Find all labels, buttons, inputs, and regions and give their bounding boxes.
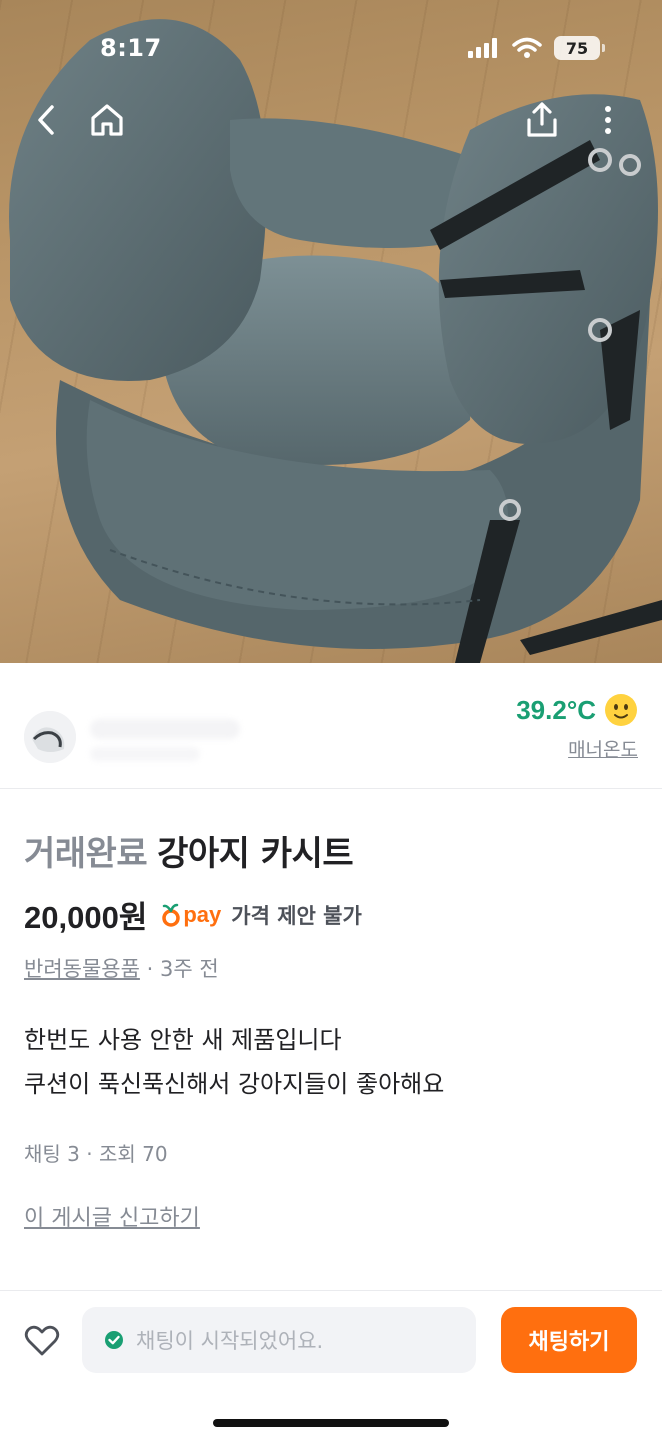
seller-profile[interactable]: 39.2°C 매너온도 <box>0 663 662 789</box>
pay-badge: pay <box>161 902 221 928</box>
share-button[interactable] <box>520 95 564 145</box>
more-button[interactable] <box>586 95 630 145</box>
carrot-pay-icon <box>162 903 181 927</box>
article-stats: 채팅 3 · 조회 70 <box>24 1142 168 1166</box>
home-icon <box>91 104 123 136</box>
more-vertical-icon <box>605 106 611 134</box>
status-icons: 75 <box>468 36 605 60</box>
back-button[interactable] <box>24 95 68 145</box>
chevron-left-icon <box>38 105 54 135</box>
bottom-bar: 채팅이 시작되었어요. 채팅하기 <box>0 1290 662 1440</box>
time-ago: · 3주 전 <box>146 957 219 981</box>
manner-temperature-label[interactable]: 매너온도 <box>568 735 638 762</box>
seller-name-blurred <box>90 719 240 739</box>
home-button[interactable] <box>85 95 129 145</box>
battery-indicator: 75 <box>554 36 605 60</box>
status-time: 8:17 <box>100 34 162 62</box>
chat-status-pill: 채팅이 시작되었어요. <box>82 1307 476 1373</box>
article-description: 한번도 사용 안한 새 제품입니다 쿠션이 푹신푹신해서 강아지들이 좋아해요 <box>24 1018 444 1106</box>
description-line: 한번도 사용 안한 새 제품입니다 <box>24 1026 342 1054</box>
title-text: 강아지 카시트 <box>157 834 354 874</box>
heart-icon <box>24 1325 60 1356</box>
trade-status: 거래완료 <box>24 834 148 874</box>
avatar-image <box>24 711 76 763</box>
price-row: 20,000원 pay 가격 제안 불가 <box>24 892 362 937</box>
seller-location-blurred <box>90 747 200 761</box>
description-line: 쿠션이 푹신푹신해서 강아지들이 좋아해요 <box>24 1070 445 1098</box>
home-indicator <box>213 1419 449 1427</box>
category-link[interactable]: 반려동물용품 <box>24 957 140 981</box>
share-icon <box>527 102 557 137</box>
report-link[interactable]: 이 게시글 신고하기 <box>24 1200 200 1232</box>
pay-label: pay <box>183 901 222 927</box>
avatar[interactable] <box>24 711 76 763</box>
like-button[interactable] <box>22 1321 62 1361</box>
manner-temperature[interactable]: 39.2°C <box>516 693 638 727</box>
price-offer-status: 가격 제안 불가 <box>231 903 362 928</box>
chat-status-text: 채팅이 시작되었어요. <box>136 1329 324 1353</box>
top-nav <box>0 95 662 145</box>
chat-button[interactable]: 채팅하기 <box>501 1307 637 1373</box>
article-title: 거래완료 강아지 카시트 <box>24 826 354 875</box>
wifi-icon <box>512 37 542 58</box>
status-bar: 8:17 75 <box>0 0 662 100</box>
check-circle-icon <box>105 1331 123 1349</box>
article-meta: 반려동물용품 · 3주 전 <box>24 953 219 983</box>
signal-icon <box>468 38 497 58</box>
smile-emoji-icon <box>605 694 637 726</box>
price: 20,000원 <box>24 900 148 935</box>
temperature-value: 39.2°C <box>516 694 596 725</box>
